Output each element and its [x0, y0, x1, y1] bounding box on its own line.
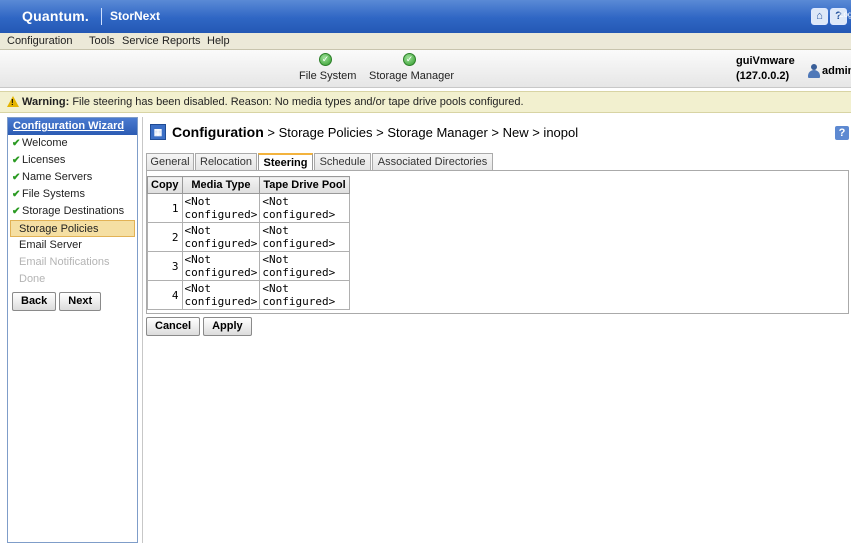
- wizard-item-label: Done: [19, 273, 46, 285]
- wizard-item-label: Welcome: [22, 137, 68, 149]
- menu-service[interactable]: Service: [122, 35, 159, 47]
- menu-tools[interactable]: Tools: [89, 35, 115, 47]
- logoff-link[interactable]: Log Off: [839, 10, 851, 19]
- check-icon: ✔: [12, 172, 21, 183]
- wizard-title[interactable]: Configuration Wizard: [8, 118, 137, 135]
- wizard-item-label: Email Notifications: [19, 256, 110, 268]
- user-name: admin: [822, 65, 851, 77]
- wizard-item-label: Email Server: [19, 239, 82, 251]
- title-bar: Quantum. StorNext ⌂ ? Log Off: [0, 0, 851, 33]
- check-icon: ✔: [12, 206, 21, 217]
- back-button[interactable]: Back: [12, 292, 57, 311]
- home-icon[interactable]: ⌂: [811, 8, 828, 25]
- user-icon: [808, 64, 820, 78]
- wizard-item-label: Storage Policies: [19, 223, 99, 235]
- wizard-item-welcome[interactable]: ✔ Welcome: [8, 135, 137, 152]
- wizard-item-done: Done: [8, 271, 137, 288]
- wizard-item-name-servers[interactable]: ✔ Name Servers: [8, 169, 137, 186]
- menu-help[interactable]: Help: [207, 35, 230, 47]
- wizard-item-storage-destinations[interactable]: ✔ Storage Destinations: [8, 203, 137, 220]
- check-icon: ✔: [12, 138, 21, 149]
- warning-icon: !: [7, 96, 19, 107]
- wizard-item-file-systems[interactable]: ✔ File Systems: [8, 186, 137, 203]
- status-storage-manager[interactable]: Storage Manager: [369, 70, 454, 82]
- wizard-item-email-server[interactable]: Email Server: [8, 237, 137, 254]
- status-bar: ✓ File System ✓ Storage Manager guiVmwar…: [0, 50, 851, 88]
- host-name: guiVmware: [736, 55, 795, 67]
- wizard-item-label: Name Servers: [22, 171, 93, 183]
- file-system-ok-icon[interactable]: ✓: [319, 53, 332, 66]
- main-panel-border: [142, 117, 851, 543]
- menu-bar: Configuration Tools Service Reports Help: [0, 33, 851, 50]
- brand-logo: Quantum.: [22, 8, 89, 24]
- product-name: StorNext: [110, 9, 161, 23]
- host-ip: (127.0.0.2): [736, 70, 790, 82]
- check-icon: ✔: [12, 189, 21, 200]
- wizard-item-label: Storage Destinations: [22, 205, 125, 217]
- wizard-item-storage-policies[interactable]: Storage Policies: [10, 220, 135, 237]
- next-button[interactable]: Next: [59, 292, 102, 311]
- wizard-item-label: File Systems: [22, 188, 85, 200]
- warning-banner: ! Warning: File steering has been disabl…: [0, 91, 851, 113]
- wizard-buttons: Back Next: [8, 288, 137, 311]
- wizard-item-email-notifications: Email Notifications: [8, 254, 137, 271]
- menu-configuration[interactable]: Configuration: [7, 35, 72, 47]
- warning-message: File steering has been disabled. Reason:…: [72, 96, 524, 108]
- status-file-system[interactable]: File System: [299, 70, 356, 82]
- check-icon: ✔: [12, 155, 21, 166]
- menu-reports[interactable]: Reports: [162, 35, 201, 47]
- warning-prefix: Warning:: [22, 96, 70, 108]
- configuration-wizard: Configuration Wizard ✔ Welcome ✔ Licenses …: [7, 117, 138, 543]
- wizard-item-label: Licenses: [22, 154, 66, 166]
- warning-text: Warning: File steering has been disabled…: [22, 96, 524, 108]
- logo-divider: [101, 8, 102, 25]
- storage-manager-ok-icon[interactable]: ✓: [403, 53, 416, 66]
- wizard-item-licenses[interactable]: ✔ Licenses: [8, 152, 137, 169]
